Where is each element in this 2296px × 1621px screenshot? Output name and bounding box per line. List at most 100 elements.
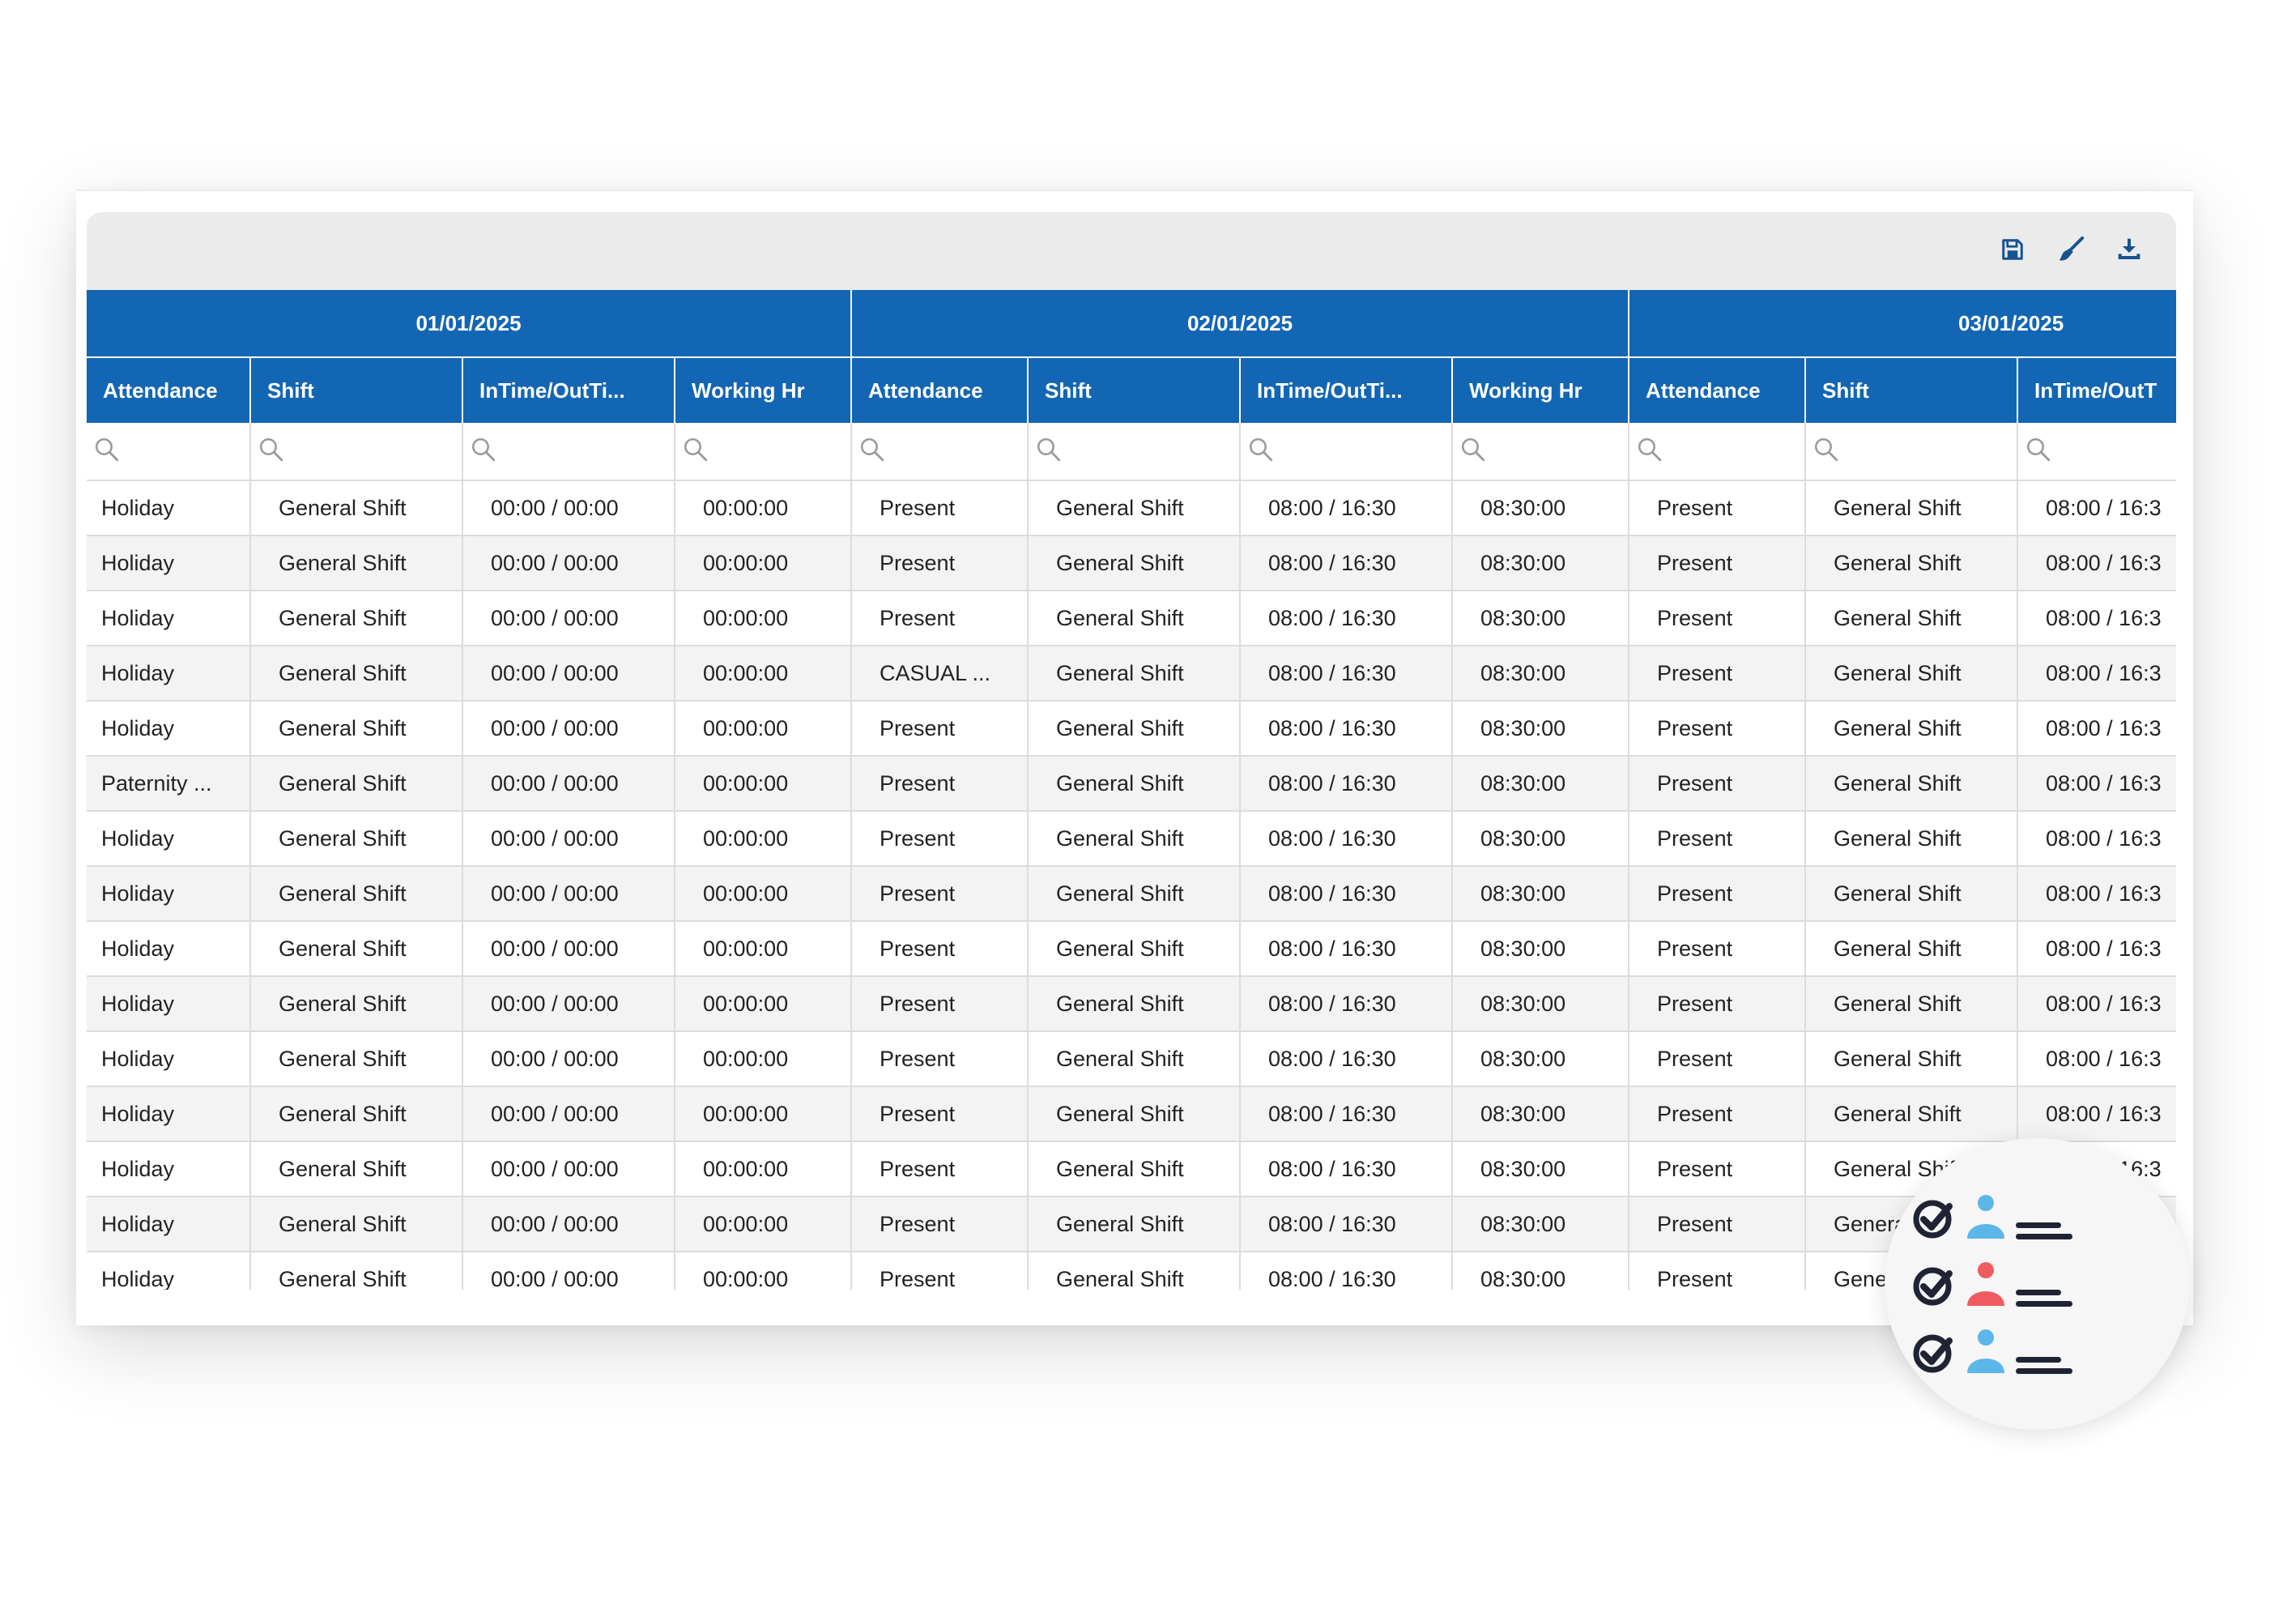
- table-cell: 00:00 / 00:00: [462, 976, 675, 1032]
- column-header[interactable]: Shift: [250, 356, 463, 423]
- table-cell: General Shift: [1028, 921, 1242, 977]
- table-cell: Holiday: [87, 1086, 251, 1142]
- table-cell: Present: [1629, 1252, 1807, 1290]
- table-cell: Present: [1629, 591, 1807, 646]
- table-row[interactable]: Holiday General Shift 00:00 / 00:00 00:00:0…: [87, 535, 2176, 591]
- table-row[interactable]: Holiday General Shift 00:00 / 00:00 00:00:0…: [87, 480, 2176, 536]
- column-header[interactable]: InTime/OutT: [2017, 356, 2176, 423]
- column-filter-cell[interactable]: [1452, 423, 1630, 481]
- table-cell: 00:00:00: [675, 646, 853, 702]
- attendance-table-viewport[interactable]: 01/01/2025 02/01/2025 03/01/2025 Attenda…: [87, 290, 2176, 1290]
- column-filter-cell[interactable]: [2017, 423, 2176, 481]
- table-cell: Present: [1629, 1086, 1807, 1142]
- column-filter-cell[interactable]: [462, 423, 675, 481]
- table-cell: 08:00 / 16:3: [2017, 480, 2176, 536]
- download-icon: [2118, 238, 2141, 259]
- table-row[interactable]: Holiday General Shift 00:00 / 00:00 00:00:0…: [87, 1031, 2176, 1087]
- column-filter-cell[interactable]: [1028, 423, 1242, 481]
- column-filter-cell[interactable]: [1805, 423, 2019, 481]
- table-cell: General Shift: [1028, 811, 1242, 867]
- column-header[interactable]: Attendance: [87, 356, 251, 423]
- download-button[interactable]: [2115, 235, 2144, 264]
- table-cell: Holiday: [87, 1197, 251, 1252]
- column-filter-cell[interactable]: [675, 423, 853, 481]
- table-cell: 08:30:00: [1452, 591, 1630, 646]
- column-header[interactable]: Working Hr: [1452, 356, 1630, 423]
- search-icon: [259, 437, 283, 461]
- table-cell: 08:00 / 16:3: [2017, 976, 2176, 1032]
- table-row[interactable]: Holiday General Shift 00:00 / 00:00 00:00:0…: [87, 591, 2176, 646]
- search-icon: [95, 437, 119, 461]
- table-cell: General Shift: [250, 1031, 463, 1087]
- table-row[interactable]: Holiday General Shift 00:00 / 00:00 00:00:0…: [87, 866, 2176, 922]
- column-filter-cell[interactable]: [1240, 423, 1454, 481]
- table-cell: Holiday: [87, 646, 251, 702]
- table-cell: General Shift: [250, 1197, 463, 1252]
- column-header[interactable]: Working Hr: [675, 356, 853, 423]
- table-row[interactable]: Holiday General Shift 00:00 / 00:00 00:00:0…: [87, 1141, 2176, 1197]
- table-cell: 00:00:00: [675, 591, 853, 646]
- table-row[interactable]: Holiday General Shift 00:00 / 00:00 00:00:0…: [87, 646, 2176, 702]
- table-cell: 08:30:00: [1452, 976, 1630, 1032]
- table-cell: Present: [1629, 701, 1807, 757]
- badge-row-1: [1913, 1195, 2072, 1239]
- table-cell: 08:00 / 16:3: [2017, 1086, 2176, 1142]
- column-header[interactable]: Shift: [1805, 356, 2019, 423]
- column-filter-cell[interactable]: [87, 423, 251, 481]
- clear-button[interactable]: [2056, 235, 2085, 264]
- table-cell: 00:00 / 00:00: [462, 1252, 675, 1290]
- table-cell: General Shift: [1805, 756, 2019, 812]
- table-row[interactable]: Holiday General Shift 00:00 / 00:00 00:00:0…: [87, 811, 2176, 867]
- column-filter-cell[interactable]: [1629, 423, 1807, 481]
- table-cell: General Shift: [1805, 701, 2019, 757]
- table-row[interactable]: Paternity ... General Shift 00:00 / 00:00 0…: [87, 756, 2176, 812]
- table-cell: 00:00 / 00:00: [462, 921, 675, 977]
- column-header[interactable]: Shift: [1028, 356, 1242, 423]
- attendance-table: 01/01/2025 02/01/2025 03/01/2025 Attenda…: [87, 290, 2176, 1290]
- table-cell: General Shift: [250, 535, 463, 591]
- table-cell: 08:00 / 16:30: [1240, 1086, 1454, 1142]
- table-row[interactable]: Holiday General Shift 00:00 / 00:00 00:00:0…: [87, 1197, 2176, 1252]
- table-cell: General Shift: [1805, 976, 2019, 1032]
- column-header[interactable]: Attendance: [1629, 356, 1807, 423]
- table-cell: General Shift: [1028, 646, 1242, 702]
- table-cell: 08:00 / 16:3: [2017, 1031, 2176, 1087]
- column-filter-cell[interactable]: [851, 423, 1029, 481]
- table-cell: 08:00 / 16:30: [1240, 1197, 1454, 1252]
- table-row[interactable]: Holiday General Shift 00:00 / 00:00 00:00:0…: [87, 701, 2176, 757]
- table-cell: 08:00 / 16:30: [1240, 1031, 1454, 1087]
- table-row[interactable]: Holiday General Shift 00:00 / 00:00 00:00:0…: [87, 1252, 2176, 1290]
- table-cell: General Shift: [250, 866, 463, 922]
- table-cell: 08:00 / 16:3: [2017, 535, 2176, 591]
- save-button[interactable]: [1998, 235, 2027, 264]
- table-cell: Present: [1629, 1031, 1807, 1087]
- table-cell: Holiday: [87, 591, 251, 646]
- table-cell: Present: [1629, 756, 1807, 812]
- column-filter-cell[interactable]: [250, 423, 463, 481]
- filter-row: [87, 423, 2176, 481]
- table-cell: 00:00:00: [675, 1141, 853, 1197]
- table-row[interactable]: Holiday General Shift 00:00 / 00:00 00:00:0…: [87, 921, 2176, 977]
- column-header[interactable]: Attendance: [851, 356, 1029, 423]
- table-cell: General Shift: [1028, 1252, 1242, 1290]
- table-cell: Present: [851, 1031, 1029, 1087]
- search-icon: [1249, 437, 1273, 461]
- table-cell: General Shift: [1028, 1086, 1242, 1142]
- badge-row-2: [1913, 1262, 2072, 1307]
- attendance-checklist-badge: [1885, 1138, 2189, 1430]
- checklist-people-icon: [1913, 1195, 2072, 1374]
- table-cell: Holiday: [87, 921, 251, 977]
- table-cell: 00:00 / 00:00: [462, 1197, 675, 1252]
- table-cell: 00:00 / 00:00: [462, 811, 675, 867]
- date-group-header-row: 01/01/2025 02/01/2025 03/01/2025: [87, 290, 2176, 357]
- table-cell: 08:30:00: [1452, 756, 1630, 812]
- table-row[interactable]: Holiday General Shift 00:00 / 00:00 00:00:0…: [87, 1086, 2176, 1142]
- table-cell: General Shift: [250, 921, 463, 977]
- table-cell: 00:00:00: [675, 701, 853, 757]
- toolbar-actions: [1998, 235, 2144, 264]
- table-row[interactable]: Holiday General Shift 00:00 / 00:00 00:00:0…: [87, 976, 2176, 1032]
- table-cell: General Shift: [1028, 1197, 1242, 1252]
- column-header[interactable]: InTime/OutTi...: [1240, 356, 1454, 423]
- column-header[interactable]: InTime/OutTi...: [462, 356, 675, 423]
- table-cell: 00:00:00: [675, 811, 853, 867]
